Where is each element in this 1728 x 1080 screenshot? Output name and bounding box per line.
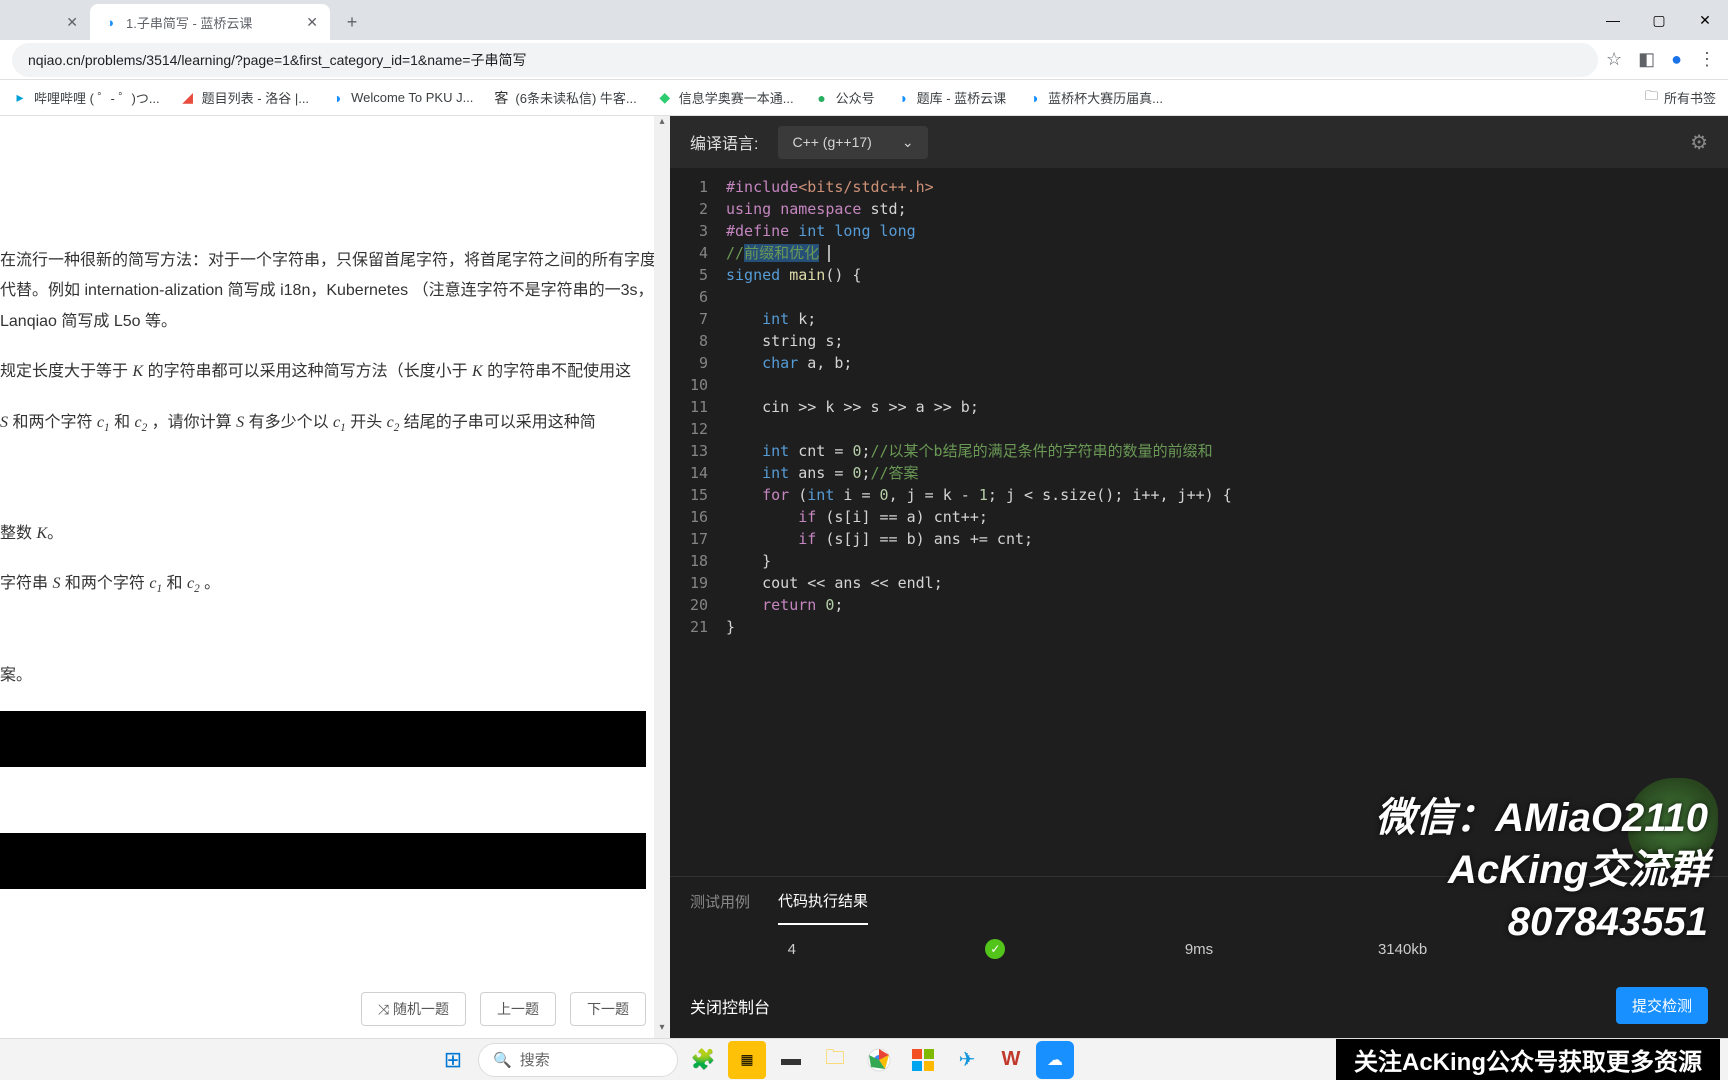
- scroll-down-icon[interactable]: ▾: [654, 1022, 670, 1038]
- language-select[interactable]: C++ (g++17) ⌄: [778, 126, 927, 159]
- url-bar: nqiao.cn/problems/3514/learning/?page=1&…: [0, 40, 1728, 80]
- result-index: 4: [690, 941, 894, 958]
- sample-box: [0, 833, 646, 889]
- bookmark-item[interactable]: 客(6条未读私信) 牛客...: [493, 88, 636, 107]
- close-icon[interactable]: ✕: [66, 14, 78, 31]
- scroll-up-icon[interactable]: ▴: [654, 116, 670, 132]
- star-icon[interactable]: ☆: [1606, 49, 1622, 70]
- profile-icon[interactable]: ●: [1671, 49, 1682, 70]
- main-content: 在流行一种很新的简写方法：对于一个字符串，只保留首尾字符，将首尾字符之间的所有字…: [0, 116, 1728, 1038]
- bookmark-item[interactable]: ◆信息学奥赛一本通...: [657, 88, 794, 107]
- editor-panel: 编译语言: C++ (g++17) ⌄ ⚙ 123456789101112131…: [670, 116, 1728, 1038]
- code-content[interactable]: #include<bits/stdc++.h>using namespace s…: [726, 176, 1728, 876]
- url-text: nqiao.cn/problems/3514/learning/?page=1&…: [28, 50, 526, 70]
- editor-header: 编译语言: C++ (g++17) ⌄ ⚙: [670, 116, 1728, 168]
- extensions-icon[interactable]: ◧: [1638, 49, 1655, 70]
- taskbar-app-icon[interactable]: ▬: [772, 1041, 810, 1079]
- browser-tab-inactive[interactable]: ✕: [50, 4, 90, 40]
- taskbar: ⊞ 🔍 搜索 🧩 ▦ ▬ 🗀 ✈ W ☁ 关注AcKing公众号获取更多资源: [0, 1038, 1728, 1080]
- scrollbar[interactable]: ▴ ▾: [654, 116, 670, 1038]
- editor-bottom-panel: 测试用例 代码执行结果 4 ✓ 9ms 3140kb 关闭控制台 提交检测: [670, 876, 1728, 1038]
- menu-icon[interactable]: ⋮: [1698, 49, 1716, 70]
- taskbar-app-icon[interactable]: 🗀: [816, 1041, 854, 1079]
- bookmark-label: 题目列表 - 洛谷 |...: [202, 88, 309, 107]
- result-memory: 3140kb: [1301, 941, 1505, 958]
- problem-panel: 在流行一种很新的简写方法：对于一个字符串，只保留首尾字符，将首尾字符之间的所有字…: [0, 116, 670, 1038]
- browser-tab-active[interactable]: ◑ 1.子串简写 - 蓝桥云课 ✕: [90, 4, 330, 40]
- taskbar-app-icon[interactable]: ✈: [948, 1041, 986, 1079]
- favicon-icon: ◑: [102, 14, 118, 30]
- url-input[interactable]: nqiao.cn/problems/3514/learning/?page=1&…: [12, 43, 1598, 77]
- prev-problem-button[interactable]: 上一题: [480, 992, 556, 1026]
- bookmark-label: (6条未读私信) 牛客...: [515, 88, 636, 107]
- check-icon: ✓: [985, 939, 1005, 959]
- gear-icon[interactable]: ⚙: [1690, 130, 1708, 155]
- taskbar-app-icon[interactable]: [904, 1041, 942, 1079]
- bookmarks-folder[interactable]: 所有书签: [1664, 88, 1716, 107]
- new-tab-button[interactable]: +: [338, 8, 366, 36]
- bookmark-item[interactable]: ▸哔哩哔哩 ( ゜- ゜)つ...: [12, 88, 160, 107]
- next-problem-button[interactable]: 下一题: [570, 992, 646, 1026]
- submit-button[interactable]: 提交检测: [1616, 987, 1708, 1024]
- browser-tab-bar: ✕ ◑ 1.子串简写 - 蓝桥云课 ✕ + — ▢ ✕: [0, 0, 1728, 40]
- bookmark-item[interactable]: ●公众号: [814, 88, 875, 107]
- bookmark-item[interactable]: ◑题库 - 蓝桥云课: [895, 88, 1007, 107]
- minimize-button[interactable]: —: [1590, 0, 1636, 40]
- result-tabs: 测试用例 代码执行结果: [670, 877, 1728, 925]
- sample-box: [0, 711, 646, 767]
- bookmark-label: 公众号: [836, 88, 875, 107]
- close-icon[interactable]: ✕: [306, 14, 318, 31]
- taskbar-app-icon[interactable]: W: [992, 1041, 1030, 1079]
- bookmarks-bar: ▸哔哩哔哩 ( ゜- ゜)つ... ◢题目列表 - 洛谷 |... ◑Welco…: [0, 80, 1728, 116]
- result-time: 9ms: [1097, 941, 1301, 958]
- taskbar-search[interactable]: 🔍 搜索: [478, 1043, 678, 1077]
- taskbar-app-icon[interactable]: ▦: [728, 1041, 766, 1079]
- taskbar-banner: 关注AcKing公众号获取更多资源: [1336, 1039, 1720, 1080]
- maximize-button[interactable]: ▢: [1636, 0, 1682, 40]
- problem-text: 在流行一种很新的简写方法：对于一个字符串，只保留首尾字符，将首尾字符之间的所有字…: [0, 116, 670, 889]
- search-icon: 🔍: [493, 1051, 512, 1069]
- taskbar-chrome-icon[interactable]: [860, 1041, 898, 1079]
- language-label: 编译语言:: [690, 130, 758, 154]
- problem-paragraph: 在流行一种很新的简写方法：对于一个字符串，只保留首尾字符，将首尾字符之间的所有字…: [0, 252, 656, 330]
- bookmark-item[interactable]: ◢题目列表 - 洛谷 |...: [180, 88, 309, 107]
- window-controls: — ▢ ✕: [1590, 0, 1728, 40]
- tab-title: 1.子串简写 - 蓝桥云课: [126, 13, 298, 32]
- result-row: 4 ✓ 9ms 3140kb: [670, 925, 1728, 973]
- folder-icon: 🗀: [1645, 87, 1658, 109]
- bookmark-label: 蓝桥杯大赛历届真...: [1048, 88, 1163, 107]
- bookmark-item[interactable]: ◑蓝桥杯大赛历届真...: [1026, 88, 1163, 107]
- taskbar-app-icon[interactable]: ☁: [1036, 1041, 1074, 1079]
- bookmark-label: 哔哩哔哩 ( ゜- ゜)つ...: [34, 88, 160, 107]
- start-button[interactable]: ⊞: [434, 1041, 472, 1079]
- bookmark-label: 信息学奥赛一本通...: [679, 88, 794, 107]
- code-editor[interactable]: 123456789101112131415161718192021 #inclu…: [670, 168, 1728, 876]
- chevron-down-icon: ⌄: [902, 134, 914, 151]
- tab-test-cases[interactable]: 测试用例: [690, 879, 750, 924]
- language-value: C++ (g++17): [792, 134, 871, 150]
- taskbar-app-icon[interactable]: 🧩: [684, 1041, 722, 1079]
- bookmark-label: 题库 - 蓝桥云课: [917, 88, 1007, 107]
- close-console-button[interactable]: 关闭控制台: [690, 994, 770, 1018]
- bookmark-label: Welcome To PKU J...: [351, 90, 473, 105]
- search-placeholder: 搜索: [520, 1049, 550, 1070]
- tab-execution-result[interactable]: 代码执行结果: [778, 878, 868, 925]
- bookmark-item[interactable]: ◑Welcome To PKU J...: [329, 90, 473, 106]
- close-window-button[interactable]: ✕: [1682, 0, 1728, 40]
- line-numbers: 123456789101112131415161718192021: [670, 176, 726, 876]
- random-problem-button[interactable]: 随机一题: [361, 992, 466, 1026]
- problem-paragraph: 案。: [0, 661, 658, 691]
